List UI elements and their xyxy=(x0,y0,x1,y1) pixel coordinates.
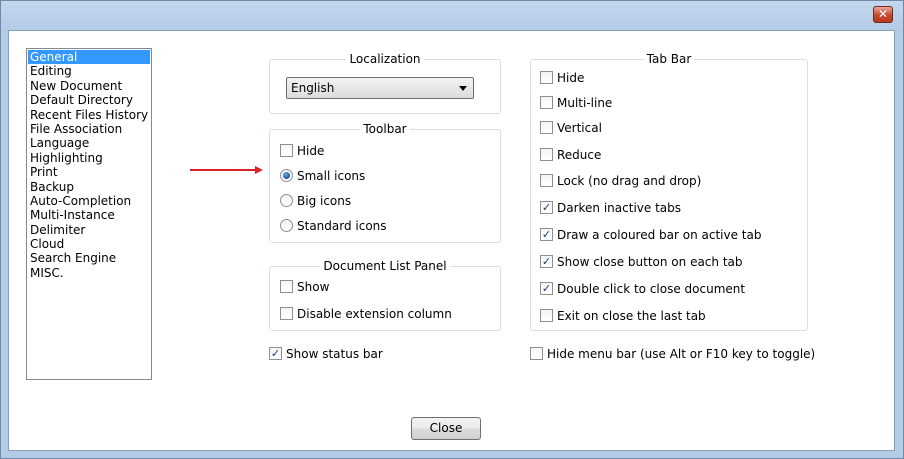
tabbar-hide-label: Hide xyxy=(557,71,585,85)
big-icons-radio[interactable] xyxy=(280,194,293,207)
tabbar-vertical-row[interactable]: Vertical xyxy=(540,120,602,136)
nav-item-recent-files-history[interactable]: Recent Files History xyxy=(28,108,150,122)
dialog-client-area: General Editing New Document Default Dir… xyxy=(8,30,895,451)
tabbar-reduce-label: Reduce xyxy=(557,148,602,162)
show-status-bar-checkbox[interactable]: ✓ xyxy=(269,347,282,360)
nav-item-editing[interactable]: Editing xyxy=(28,64,150,78)
tabbar-coloured-bar-label: Draw a coloured bar on active tab xyxy=(557,228,762,242)
tabbar-multi-line-label: Multi-line xyxy=(557,96,613,110)
category-list[interactable]: General Editing New Document Default Dir… xyxy=(26,48,152,380)
arrow-right-icon xyxy=(255,166,263,174)
standard-icons-radio[interactable] xyxy=(280,219,293,232)
document-list-panel-title: Document List Panel xyxy=(320,259,450,273)
small-icons-label: Small icons xyxy=(297,169,366,183)
doclist-show-label: Show xyxy=(297,280,330,294)
disable-extension-column-label: Disable extension column xyxy=(297,307,452,321)
hide-menu-bar-checkbox[interactable] xyxy=(530,347,543,360)
nav-item-search-engine[interactable]: Search Engine xyxy=(28,251,150,265)
big-icons-label: Big icons xyxy=(297,194,352,208)
document-list-panel-group: Document List Panel Show Disable extensi… xyxy=(269,259,501,331)
nav-item-delimiter[interactable]: Delimiter xyxy=(28,223,150,237)
hide-menu-bar-label: Hide menu bar (use Alt or F10 key to tog… xyxy=(547,347,816,361)
hide-menu-bar-row[interactable]: Hide menu bar (use Alt or F10 key to tog… xyxy=(530,346,815,362)
toolbar-hide-checkbox[interactable] xyxy=(280,144,293,157)
tabbar-double-click-label: Double click to close document xyxy=(557,282,746,296)
tabbar-hide-checkbox[interactable] xyxy=(540,71,553,84)
standard-icons-label: Standard icons xyxy=(297,219,387,233)
close-icon: ✕ xyxy=(877,7,889,21)
language-select[interactable]: English xyxy=(286,77,474,99)
tabbar-reduce-row[interactable]: Reduce xyxy=(540,147,601,163)
nav-item-general[interactable]: General xyxy=(28,50,150,65)
show-status-bar-row[interactable]: ✓ Show status bar xyxy=(269,346,383,362)
toolbar-small-icons-row[interactable]: Small icons xyxy=(280,168,365,184)
language-select-value: English xyxy=(291,81,335,95)
annotation-arrow-line xyxy=(190,169,256,171)
tabbar-exit-last-tab-label: Exit on close the last tab xyxy=(557,309,706,323)
tabbar-coloured-bar-row[interactable]: ✓ Draw a coloured bar on active tab xyxy=(540,227,761,243)
tabbar-reduce-checkbox[interactable] xyxy=(540,148,553,161)
show-status-bar-label: Show status bar xyxy=(286,347,383,361)
chevron-down-icon xyxy=(459,86,467,91)
nav-item-language[interactable]: Language xyxy=(28,136,150,150)
nav-item-highlighting[interactable]: Highlighting xyxy=(28,151,150,165)
toolbar-hide-label: Hide xyxy=(297,144,325,158)
toolbar-hide-row[interactable]: Hide xyxy=(280,143,324,159)
tabbar-exit-last-tab-row[interactable]: Exit on close the last tab xyxy=(540,308,706,324)
small-icons-radio[interactable] xyxy=(280,169,293,182)
doclist-disable-ext-row[interactable]: Disable extension column xyxy=(280,306,452,322)
nav-item-default-directory[interactable]: Default Directory xyxy=(28,93,150,107)
localization-title: Localization xyxy=(346,52,424,66)
disable-extension-column-checkbox[interactable] xyxy=(280,307,293,320)
nav-item-cloud[interactable]: Cloud xyxy=(28,237,150,251)
tabbar-double-click-row[interactable]: ✓ Double click to close document xyxy=(540,281,745,297)
nav-item-new-document[interactable]: New Document xyxy=(28,79,150,93)
nav-item-misc[interactable]: MISC. xyxy=(28,266,150,280)
tabbar-close-button-row[interactable]: ✓ Show close button on each tab xyxy=(540,254,743,270)
toolbar-standard-icons-row[interactable]: Standard icons xyxy=(280,218,387,234)
doclist-show-checkbox[interactable] xyxy=(280,280,293,293)
tabbar-multi-line-row[interactable]: Multi-line xyxy=(540,95,612,111)
tabbar-lock-checkbox[interactable] xyxy=(540,174,553,187)
tabbar-exit-last-tab-checkbox[interactable] xyxy=(540,309,553,322)
nav-item-file-association[interactable]: File Association xyxy=(28,122,150,136)
tabbar-lock-row[interactable]: Lock (no drag and drop) xyxy=(540,173,701,189)
localization-group: Localization English xyxy=(269,52,501,114)
tabbar-vertical-checkbox[interactable] xyxy=(540,121,553,134)
window-close-button[interactable]: ✕ xyxy=(873,6,893,23)
tab-bar-title: Tab Bar xyxy=(643,52,695,66)
doclist-show-row[interactable]: Show xyxy=(280,279,329,295)
tabbar-lock-label: Lock (no drag and drop) xyxy=(557,174,702,188)
toolbar-big-icons-row[interactable]: Big icons xyxy=(280,193,351,209)
tabbar-double-click-checkbox[interactable]: ✓ xyxy=(540,282,553,295)
tabbar-darken-inactive-label: Darken inactive tabs xyxy=(557,201,682,215)
tabbar-close-button-label: Show close button on each tab xyxy=(557,255,743,269)
toolbar-group: Toolbar Hide Small icons Big icons Stand… xyxy=(269,122,501,243)
nav-item-multi-instance[interactable]: Multi-Instance xyxy=(28,208,150,222)
tab-bar-group: Tab Bar Hide Multi-line Vertical Reduce … xyxy=(530,52,808,331)
tabbar-coloured-bar-checkbox[interactable]: ✓ xyxy=(540,228,553,241)
tabbar-darken-inactive-row[interactable]: ✓ Darken inactive tabs xyxy=(540,200,681,216)
tabbar-hide-row[interactable]: Hide xyxy=(540,70,584,86)
tabbar-vertical-label: Vertical xyxy=(557,121,602,135)
tabbar-multi-line-checkbox[interactable] xyxy=(540,96,553,109)
tabbar-close-button-checkbox[interactable]: ✓ xyxy=(540,255,553,268)
tabbar-darken-inactive-checkbox[interactable]: ✓ xyxy=(540,201,553,214)
close-button[interactable]: Close xyxy=(411,417,481,440)
nav-item-backup[interactable]: Backup xyxy=(28,180,150,194)
nav-item-auto-completion[interactable]: Auto-Completion xyxy=(28,194,150,208)
nav-item-print[interactable]: Print xyxy=(28,165,150,179)
toolbar-title: Toolbar xyxy=(360,122,410,136)
